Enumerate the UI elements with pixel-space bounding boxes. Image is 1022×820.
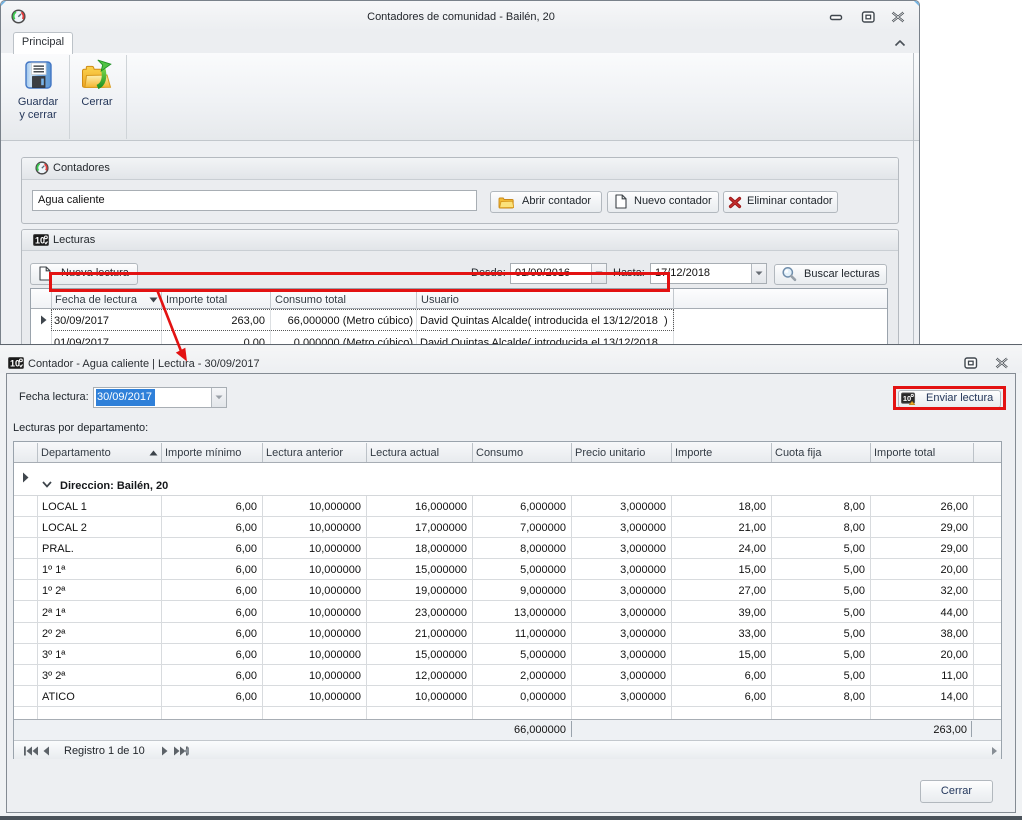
svg-text:10: 10	[35, 236, 45, 246]
svg-text:10: 10	[10, 359, 20, 369]
